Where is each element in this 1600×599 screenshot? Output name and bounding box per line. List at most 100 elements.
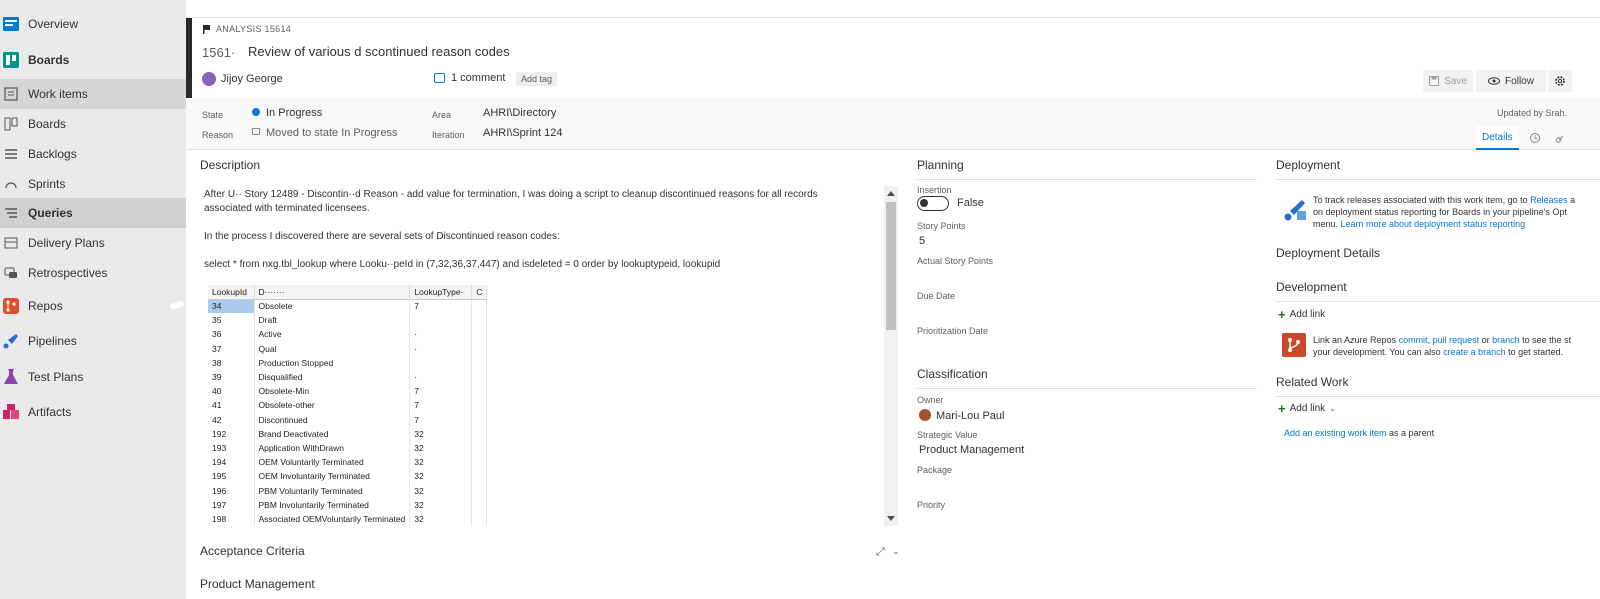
sidebar: Overview Boards Work items Boards Backlo…	[0, 0, 186, 599]
table-cell: 34	[208, 299, 255, 314]
pull-request-link[interactable]: pull request	[1433, 335, 1480, 345]
iteration-field[interactable]: AHRI\Sprint 124	[483, 127, 562, 139]
description-scrollbar[interactable]	[884, 186, 898, 526]
table-cell: PBM Involuntarily Terminated	[254, 497, 411, 512]
table-cell	[471, 455, 488, 470]
create-branch-link[interactable]: create a branch	[1443, 347, 1506, 357]
follow-button[interactable]: Follow	[1476, 70, 1546, 92]
test-plans-icon	[2, 368, 20, 386]
development-text: to see the st	[1519, 335, 1572, 345]
story-points-field[interactable]: 5	[919, 235, 925, 247]
nav-label: Repos	[28, 299, 63, 313]
description-line: associated with terminated licensees.	[204, 203, 370, 214]
nav-work-items[interactable]: Work items	[0, 79, 186, 109]
lock-icon	[252, 128, 260, 135]
state-label: State	[202, 110, 224, 120]
save-button[interactable]: Save	[1423, 70, 1473, 92]
nav-artifacts[interactable]: Artifacts	[0, 394, 186, 430]
table-row: 37 Qual ·	[208, 341, 488, 356]
scroll-up-icon[interactable]	[887, 191, 895, 196]
table-cell: 194	[208, 455, 255, 470]
settings-button[interactable]	[1548, 70, 1572, 92]
development-title: Development	[1276, 280, 1347, 294]
comments-link[interactable]: 1 comment	[434, 72, 505, 84]
nav-boards[interactable]: Boards	[0, 109, 186, 139]
classification-title: Classification	[917, 367, 988, 381]
nav-repos[interactable]: Repos	[0, 288, 186, 324]
scroll-down-icon[interactable]	[887, 516, 895, 521]
branch-link[interactable]: branch	[1492, 335, 1520, 345]
tab-details[interactable]: Details	[1476, 126, 1519, 150]
strategic-value-field[interactable]: Product Management	[919, 444, 1024, 456]
save-icon	[1429, 76, 1440, 86]
table-cell: Obsolete	[254, 299, 411, 314]
related-add-link-button[interactable]: + Add link ⌄	[1278, 402, 1336, 415]
add-link-label: Add link	[1289, 309, 1326, 320]
acceptance-criteria-header[interactable]: Acceptance Criteria ⤢ ⌄	[200, 544, 900, 564]
nav-label: Pipelines	[28, 334, 77, 348]
nav-overview[interactable]: Overview	[0, 6, 186, 42]
expand-icon[interactable]: ⤢	[876, 546, 885, 559]
add-existing-work-item-link[interactable]: Add an existing work item	[1284, 428, 1387, 438]
reason-label: Reason	[202, 130, 234, 140]
nav-label: Artifacts	[28, 405, 72, 419]
nav-test-plans[interactable]: Test Plans	[0, 359, 186, 395]
nav-sprints[interactable]: Sprints	[0, 169, 186, 199]
chevron-down-icon[interactable]: ⌄	[892, 546, 900, 557]
table-cell: Obsolete-Min	[254, 384, 411, 399]
work-item-title[interactable]: Review of various d scontinued reason co…	[248, 44, 510, 59]
table-cell: 7	[409, 412, 473, 427]
development-text: your development. You can also	[1313, 347, 1444, 357]
top-strip	[186, 0, 1600, 18]
insertion-toggle[interactable]	[917, 196, 949, 211]
scroll-thumb[interactable]	[886, 202, 896, 330]
follow-label: Follow	[1505, 75, 1534, 87]
table-row: 36 Active ·	[208, 327, 488, 342]
table-cell: 195	[208, 469, 255, 484]
table-cell: 32	[409, 497, 473, 512]
development-message: Link an Azure Repos commit, pull request…	[1313, 335, 1572, 357]
development-add-link-button[interactable]: + Add link	[1278, 306, 1326, 322]
nav-delivery-plans[interactable]: Delivery Plans	[0, 228, 186, 258]
table-cell	[409, 355, 473, 370]
table-cell	[471, 327, 488, 342]
state-field[interactable]: In Progress	[252, 107, 322, 119]
history-icon	[1530, 133, 1540, 143]
deployment-details-title: Deployment Details	[1276, 246, 1381, 260]
nav-queries[interactable]: Queries	[0, 198, 186, 228]
nav-retrospectives[interactable]: Retrospectives	[0, 258, 186, 288]
queries-icon	[4, 206, 18, 220]
nav-label: Retrospectives	[28, 266, 108, 280]
commit-link[interactable]: commit	[1399, 335, 1428, 345]
area-label: Area	[432, 110, 452, 120]
table-cell: 193	[208, 440, 255, 456]
sprints-icon	[4, 177, 18, 191]
avatar	[919, 409, 931, 421]
owner-field[interactable]: Mari-Lou Paul	[919, 409, 1004, 422]
iteration-label: Iteration	[432, 130, 465, 140]
area-field[interactable]: AHRI\Directory	[483, 107, 556, 119]
updated-by[interactable]: Updated by Srah.	[1497, 108, 1567, 118]
column-header: LookupType·	[409, 285, 473, 300]
table-row: 42 Discontinued 7	[208, 412, 488, 427]
nav-backlogs[interactable]: Backlogs	[0, 139, 186, 169]
reason-field[interactable]: Moved to state In Progress	[252, 127, 397, 139]
add-tag-button[interactable]: Add tag	[516, 72, 558, 86]
table-cell: ·	[409, 369, 473, 385]
learn-more-link[interactable]: Learn more about deployment status repor…	[1341, 219, 1526, 229]
tab-links[interactable]	[1550, 126, 1572, 150]
plus-icon: +	[1278, 306, 1286, 322]
tab-history[interactable]	[1524, 126, 1546, 150]
package-label: Package	[917, 465, 953, 475]
table-cell: 40	[208, 384, 255, 399]
nav-boards-hub[interactable]: Boards	[0, 42, 186, 78]
story-points-label: Story Points	[917, 221, 966, 231]
nav-pipelines[interactable]: Pipelines	[0, 323, 186, 359]
acceptance-title: Acceptance Criteria	[200, 544, 305, 558]
releases-link[interactable]: Releases	[1530, 195, 1568, 205]
deployment-text: a	[1567, 195, 1576, 205]
nav-label: Work items	[28, 87, 88, 101]
author[interactable]: Jijoy George	[202, 72, 283, 86]
nav-label: Overview	[28, 17, 79, 31]
work-item-type: ANALYSIS 15614	[202, 24, 291, 34]
